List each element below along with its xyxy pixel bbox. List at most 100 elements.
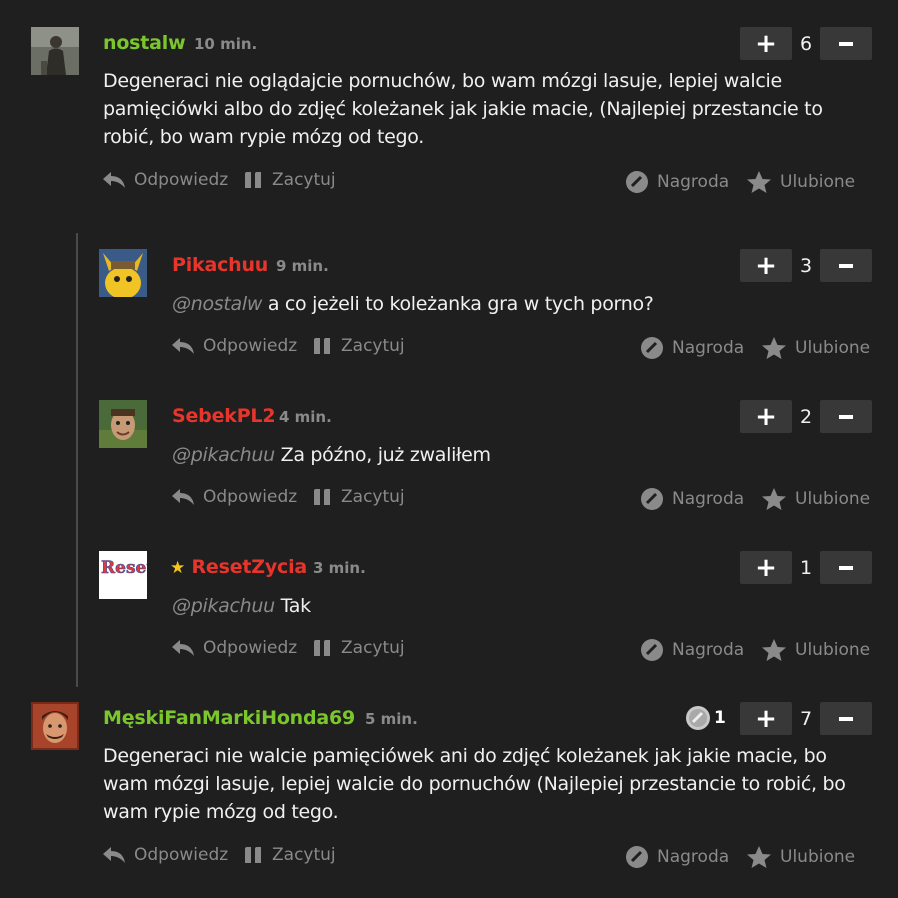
- award-label: Nagroda: [672, 640, 745, 660]
- vote-box: + 3: [740, 249, 872, 282]
- upvote-button[interactable]: +: [740, 551, 792, 584]
- reply-icon: [172, 338, 194, 354]
- favorite-label: Ulubione: [780, 847, 856, 867]
- star-outline-icon: [762, 488, 786, 510]
- award-button[interactable]: Nagroda: [640, 336, 744, 360]
- quote-button[interactable]: Zacytuj: [244, 845, 336, 865]
- quote-label: Zacytuj: [341, 638, 405, 658]
- star-outline-icon: [762, 337, 786, 359]
- comment-text: @nostalw a co jeżeli to koleżanka gra w …: [172, 290, 862, 318]
- vote-box: + 2: [740, 400, 872, 433]
- quote-button[interactable]: Zacytuj: [244, 170, 336, 190]
- comment-text: Degeneraci nie oglądajcie pornuchów, bo …: [103, 67, 873, 151]
- avatar-logo-text: Reset: [101, 558, 147, 578]
- favorite-label: Ulubione: [780, 172, 856, 192]
- award-button[interactable]: Nagroda: [625, 845, 729, 869]
- comment-body: Za późno, już zwaliłem: [274, 444, 491, 466]
- reply-button[interactable]: Odpowiedz: [102, 170, 228, 190]
- quote-button[interactable]: Zacytuj: [313, 487, 405, 507]
- favorite-label: Ulubione: [795, 640, 871, 660]
- award-coin-icon: [626, 171, 648, 193]
- username[interactable]: SebekPL2: [172, 405, 276, 427]
- mention-link[interactable]: @nostalw: [172, 293, 262, 315]
- award-label: Nagroda: [672, 338, 745, 358]
- award-badge: 1: [685, 705, 726, 731]
- vote-count: 3: [799, 254, 813, 277]
- avatar[interactable]: [31, 702, 79, 750]
- award-label: Nagroda: [657, 847, 730, 867]
- upvote-button[interactable]: +: [740, 400, 792, 433]
- favorite-button[interactable]: Ulubione: [761, 638, 870, 662]
- avatar[interactable]: [31, 27, 79, 75]
- username[interactable]: ResetZycia: [191, 556, 307, 578]
- reply-icon: [172, 640, 194, 656]
- award-coin-icon: [641, 488, 663, 510]
- favorite-button[interactable]: Ulubione: [746, 170, 855, 194]
- username[interactable]: Pikachuu: [172, 254, 268, 276]
- vote-count: 6: [799, 32, 813, 55]
- quote-button[interactable]: Zacytuj: [313, 336, 405, 356]
- award-button[interactable]: Nagroda: [625, 170, 729, 194]
- quote-icon: [314, 640, 330, 656]
- vote-box: + 6: [740, 27, 872, 60]
- reply-label: Odpowiedz: [203, 487, 298, 507]
- vote-box: + 1: [740, 551, 872, 584]
- vote-count: 2: [799, 405, 813, 428]
- upvote-button[interactable]: +: [740, 702, 792, 735]
- upvote-button[interactable]: +: [740, 27, 792, 60]
- star-outline-icon: [747, 846, 771, 868]
- vote-count: 1: [799, 556, 813, 579]
- favorite-label: Ulubione: [795, 338, 871, 358]
- quote-label: Zacytuj: [341, 336, 405, 356]
- favorite-label: Ulubione: [795, 489, 871, 509]
- comment-body: Degeneraci nie oglądajcie pornuchów, bo …: [103, 70, 823, 148]
- downvote-button[interactable]: [820, 27, 872, 60]
- upvote-button[interactable]: +: [740, 249, 792, 282]
- reply-button[interactable]: Odpowiedz: [171, 638, 297, 658]
- award-count: 1: [714, 708, 726, 728]
- award-coin-icon: [626, 846, 648, 868]
- avatar[interactable]: Reset: [99, 551, 147, 599]
- reply-button[interactable]: Odpowiedz: [171, 487, 297, 507]
- comment-text: Degeneraci nie walcie pamięciówek ani do…: [103, 742, 873, 826]
- downvote-button[interactable]: [820, 249, 872, 282]
- award-label: Nagroda: [672, 489, 745, 509]
- award-coin-icon: [641, 639, 663, 661]
- mention-link[interactable]: @pikachuu: [172, 595, 275, 617]
- award-coin-icon: [641, 337, 663, 359]
- quote-icon: [314, 338, 330, 354]
- avatar[interactable]: [99, 249, 147, 297]
- quote-button[interactable]: Zacytuj: [313, 638, 405, 658]
- timestamp: 3 min.: [313, 559, 366, 577]
- quote-label: Zacytuj: [341, 487, 405, 507]
- quote-icon: [245, 847, 261, 863]
- reply-label: Odpowiedz: [203, 638, 298, 658]
- username[interactable]: nostalw: [103, 32, 186, 54]
- quote-icon: [245, 172, 261, 188]
- comment-body: Degeneraci nie walcie pamięciówek ani do…: [103, 745, 846, 823]
- quote-label: Zacytuj: [272, 170, 336, 190]
- favorite-button[interactable]: Ulubione: [761, 487, 870, 511]
- mention-link[interactable]: @pikachuu: [172, 444, 275, 466]
- award-label: Nagroda: [657, 172, 730, 192]
- reply-icon: [103, 172, 125, 188]
- vote-count: 7: [799, 707, 813, 730]
- reply-button[interactable]: Odpowiedz: [171, 336, 297, 356]
- avatar[interactable]: [99, 400, 147, 448]
- reply-label: Odpowiedz: [134, 170, 229, 190]
- downvote-button[interactable]: [820, 400, 872, 433]
- award-button[interactable]: Nagroda: [640, 638, 744, 662]
- star-icon: ★: [170, 558, 186, 578]
- timestamp: 9 min.: [276, 257, 329, 275]
- star-outline-icon: [747, 171, 771, 193]
- favorite-button[interactable]: Ulubione: [746, 845, 855, 869]
- timestamp: 5 min.: [365, 710, 418, 728]
- timestamp: 4 min.: [279, 408, 332, 426]
- comment-body: Tak: [274, 595, 312, 617]
- favorite-button[interactable]: Ulubione: [761, 336, 870, 360]
- reply-button[interactable]: Odpowiedz: [102, 845, 228, 865]
- downvote-button[interactable]: [820, 702, 872, 735]
- downvote-button[interactable]: [820, 551, 872, 584]
- award-button[interactable]: Nagroda: [640, 487, 744, 511]
- username[interactable]: MęskiFanMarkiHonda69: [103, 707, 355, 729]
